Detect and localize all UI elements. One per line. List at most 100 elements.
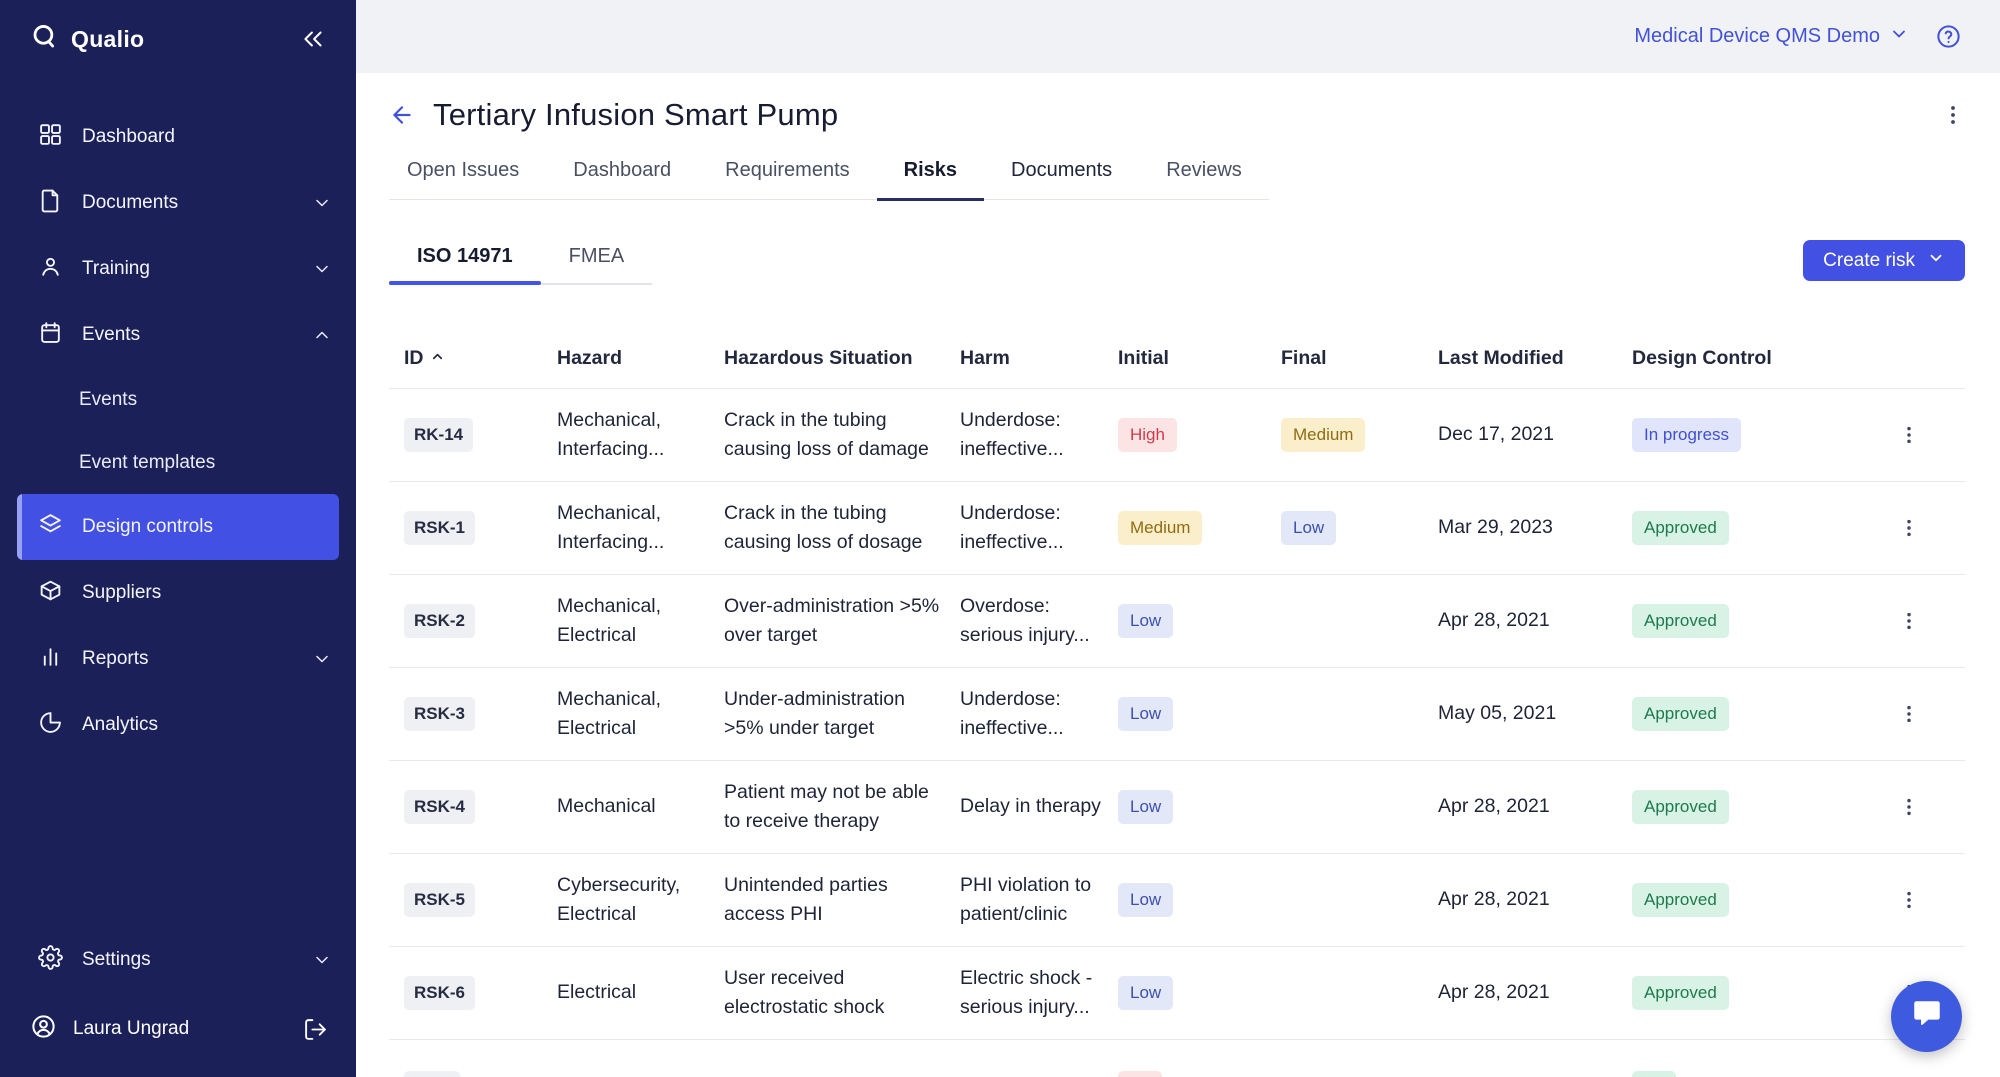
hazardous-situation-cell: User received electrostatic shock bbox=[709, 964, 945, 1023]
risk-id-chip: RSK-2 bbox=[404, 604, 475, 638]
sidebar-item-reports[interactable]: Reports bbox=[0, 626, 356, 692]
sidebar-spacer bbox=[0, 758, 356, 927]
risk-id-chip: RSK-4 bbox=[404, 790, 475, 824]
training-icon bbox=[38, 254, 63, 285]
hazard-cell: Mechanical bbox=[542, 792, 709, 821]
page-content: Tertiary Infusion Smart Pump Open Issues… bbox=[356, 73, 2000, 1077]
last-modified-cell: Apr 28, 2021 bbox=[1423, 885, 1617, 914]
tab-reviews[interactable]: Reviews bbox=[1139, 159, 1269, 199]
column-header-harm[interactable]: Harm bbox=[945, 347, 1103, 370]
back-arrow-icon[interactable] bbox=[389, 102, 415, 128]
table-row[interactable]: RSK-5 Cybersecurity, Electrical Unintend… bbox=[389, 853, 1965, 946]
risk-id-chip bbox=[404, 1071, 460, 1077]
risk-id-chip: RSK-3 bbox=[404, 697, 475, 731]
row-actions-menu-icon[interactable] bbox=[1898, 424, 1920, 446]
chat-launcher-button[interactable] bbox=[1891, 981, 1962, 1052]
sidebar-item-events[interactable]: Events bbox=[0, 302, 356, 368]
chevron-up-icon bbox=[312, 325, 332, 345]
risk-table: ID Hazard Hazardous Situation Harm Initi… bbox=[389, 305, 1965, 1077]
sidebar-item-label: Documents bbox=[82, 192, 178, 214]
sidebar-item-dashboard[interactable]: Dashboard bbox=[0, 104, 356, 170]
tab-dashboard[interactable]: Dashboard bbox=[546, 159, 698, 199]
harm-cell: Underdose: ineffective... bbox=[945, 406, 1103, 465]
final-risk-badge: Medium bbox=[1281, 418, 1365, 452]
top-bar: Medical Device QMS Demo bbox=[356, 0, 2000, 73]
risk-id-chip: RSK-6 bbox=[404, 976, 475, 1010]
tab-documents[interactable]: Documents bbox=[984, 159, 1139, 199]
avatar-icon bbox=[30, 1013, 57, 1046]
sidebar-item-label: Suppliers bbox=[82, 582, 161, 604]
harm-cell: PHI violation to patient/clinic bbox=[945, 871, 1103, 930]
main-area: Medical Device QMS Demo Tertiary Infusio… bbox=[356, 0, 2000, 1077]
row-actions-menu-icon[interactable] bbox=[1898, 517, 1920, 539]
tab-requirements[interactable]: Requirements bbox=[698, 159, 877, 199]
tab-open-issues[interactable]: Open Issues bbox=[389, 159, 546, 199]
row-actions-menu-icon[interactable] bbox=[1898, 703, 1920, 725]
hazard-cell: Mechanical, Interfacing... bbox=[542, 406, 709, 465]
last-modified-cell: Mar 29, 2023 bbox=[1423, 513, 1617, 542]
row-actions-menu-icon[interactable] bbox=[1898, 610, 1920, 632]
page-title: Tertiary Infusion Smart Pump bbox=[433, 97, 838, 133]
app-window: Qualio Dashboard Documents bbox=[0, 0, 2000, 1077]
table-row[interactable]: RSK-1 Mechanical, Interfacing... Crack i… bbox=[389, 481, 1965, 574]
create-risk-label: Create risk bbox=[1823, 250, 1915, 272]
sidebar-subitem-event-templates[interactable]: Event templates bbox=[0, 431, 356, 494]
sidebar-item-analytics[interactable]: Analytics bbox=[0, 692, 356, 758]
initial-risk-badge: Low bbox=[1118, 883, 1173, 917]
column-header-last-modified[interactable]: Last Modified bbox=[1423, 347, 1617, 370]
sidebar-subitem-label: Event templates bbox=[79, 452, 215, 474]
table-row[interactable]: RSK-4 Mechanical Patient may not be able… bbox=[389, 760, 1965, 853]
row-actions-menu-icon[interactable] bbox=[1898, 889, 1920, 911]
column-header-initial[interactable]: Initial bbox=[1103, 347, 1266, 370]
sidebar: Qualio Dashboard Documents bbox=[0, 0, 356, 1077]
harm-cell: Underdose: ineffective... bbox=[945, 685, 1103, 744]
hazardous-situation-cell: Crack in the tubing causing loss of dama… bbox=[709, 406, 945, 465]
user-name: Laura Ungrad bbox=[73, 1018, 189, 1040]
sidebar-logo-row: Qualio bbox=[0, 0, 356, 78]
sidebar-item-settings[interactable]: Settings bbox=[0, 927, 356, 993]
subtab-iso-14971[interactable]: ISO 14971 bbox=[389, 245, 541, 283]
sidebar-subitem-events[interactable]: Events bbox=[0, 368, 356, 431]
sidebar-item-suppliers[interactable]: Suppliers bbox=[0, 560, 356, 626]
column-header-hazard[interactable]: Hazard bbox=[542, 347, 709, 370]
help-icon[interactable] bbox=[1935, 23, 1962, 50]
table-row[interactable]: RSK-2 Mechanical, Electrical Over-admini… bbox=[389, 574, 1965, 667]
qualio-logo: Qualio bbox=[30, 22, 144, 56]
table-row[interactable]: RSK-6 Electrical User received electrost… bbox=[389, 946, 1965, 1039]
initial-risk-badge: High bbox=[1118, 418, 1177, 452]
tab-risks[interactable]: Risks bbox=[877, 159, 984, 199]
page-header: Tertiary Infusion Smart Pump bbox=[389, 97, 1965, 133]
harm-cell: Underdose: ineffective... bbox=[945, 499, 1103, 558]
hazardous-situation-cell: Patient may not be able to receive thera… bbox=[709, 778, 945, 837]
sidebar-item-label: Analytics bbox=[82, 714, 158, 736]
design-control-badge: Approved bbox=[1632, 604, 1729, 638]
row-actions-menu-icon[interactable] bbox=[1898, 796, 1920, 818]
column-header-final[interactable]: Final bbox=[1266, 347, 1423, 370]
sidebar-item-training[interactable]: Training bbox=[0, 236, 356, 302]
logout-icon[interactable] bbox=[303, 1017, 328, 1042]
table-row[interactable]: RSK-3 Mechanical, Electrical Under-admin… bbox=[389, 667, 1965, 760]
sidebar-collapse-icon[interactable] bbox=[300, 26, 326, 52]
column-header-design-control[interactable]: Design Control bbox=[1617, 347, 1837, 370]
sidebar-item-design-controls[interactable]: Design controls bbox=[17, 494, 339, 560]
column-header-hazardous-situation[interactable]: Hazardous Situation bbox=[709, 347, 945, 370]
sidebar-user-row[interactable]: Laura Ungrad bbox=[0, 993, 356, 1065]
table-row-partial[interactable] bbox=[389, 1039, 1965, 1077]
workspace-selector[interactable]: Medical Device QMS Demo bbox=[1634, 24, 1909, 50]
gear-icon bbox=[38, 945, 63, 976]
subtab-fmea[interactable]: FMEA bbox=[541, 245, 653, 283]
table-row[interactable]: RK-14 Mechanical, Interfacing... Crack i… bbox=[389, 388, 1965, 481]
tab-bar: Open Issues Dashboard Requirements Risks… bbox=[389, 159, 1269, 200]
column-header-id[interactable]: ID bbox=[389, 347, 542, 370]
create-risk-button[interactable]: Create risk bbox=[1803, 240, 1965, 281]
page-actions-menu-icon[interactable] bbox=[1941, 103, 1965, 127]
chevron-down-icon bbox=[312, 950, 332, 970]
sidebar-item-documents[interactable]: Documents bbox=[0, 170, 356, 236]
hazardous-situation-cell: Crack in the tubing causing loss of dosa… bbox=[709, 499, 945, 558]
initial-risk-badge: Low bbox=[1118, 604, 1173, 638]
last-modified-cell: Apr 28, 2021 bbox=[1423, 792, 1617, 821]
chevron-down-icon bbox=[312, 649, 332, 669]
sidebar-subitem-label: Events bbox=[79, 389, 137, 411]
last-modified-cell: Dec 17, 2021 bbox=[1423, 420, 1617, 449]
risk-id-chip: RSK-1 bbox=[404, 511, 475, 545]
